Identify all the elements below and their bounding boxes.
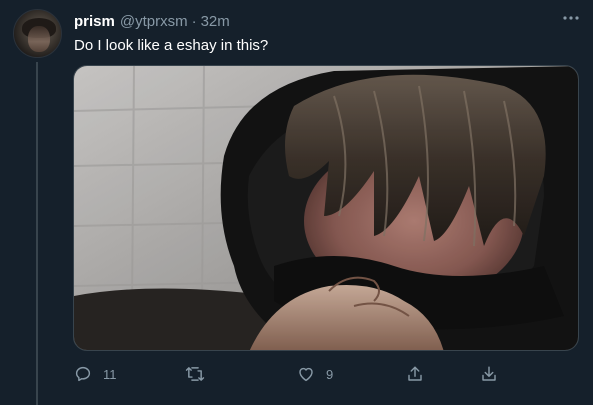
heart-icon	[299, 367, 313, 382]
tweet-photo[interactable]	[73, 65, 579, 351]
separator-dot: ·	[191, 12, 197, 30]
reply-count: 11	[103, 366, 117, 382]
thread-line	[36, 62, 38, 405]
timestamp[interactable]: 32m	[201, 13, 230, 30]
reply-icon	[75, 366, 91, 382]
reply-button[interactable]: 11	[74, 362, 117, 386]
like-count: 9	[326, 366, 334, 382]
display-name[interactable]: prism	[74, 13, 115, 30]
download-icon	[482, 366, 496, 381]
photo-image	[74, 66, 578, 350]
more-options-button[interactable]	[560, 8, 582, 28]
tweet-header: prism @ytprxsm · 32m	[74, 11, 230, 31]
download-button[interactable]	[480, 362, 498, 386]
retweet-icon	[185, 367, 205, 381]
retweet-button[interactable]	[185, 362, 216, 386]
like-button[interactable]: 9	[297, 362, 333, 386]
more-horizontal-icon	[563, 16, 579, 20]
tweet-text: Do I look like a eshay in this?	[74, 37, 269, 54]
share-icon	[408, 366, 422, 381]
share-button[interactable]	[406, 362, 424, 386]
avatar[interactable]	[13, 9, 62, 58]
tweet-actions: 11 9	[0, 362, 593, 386]
tweet-card[interactable]: prism @ytprxsm · 32m Do I look like a es…	[0, 0, 593, 405]
user-handle[interactable]: @ytprxsm	[120, 13, 188, 30]
avatar-face	[28, 26, 50, 52]
